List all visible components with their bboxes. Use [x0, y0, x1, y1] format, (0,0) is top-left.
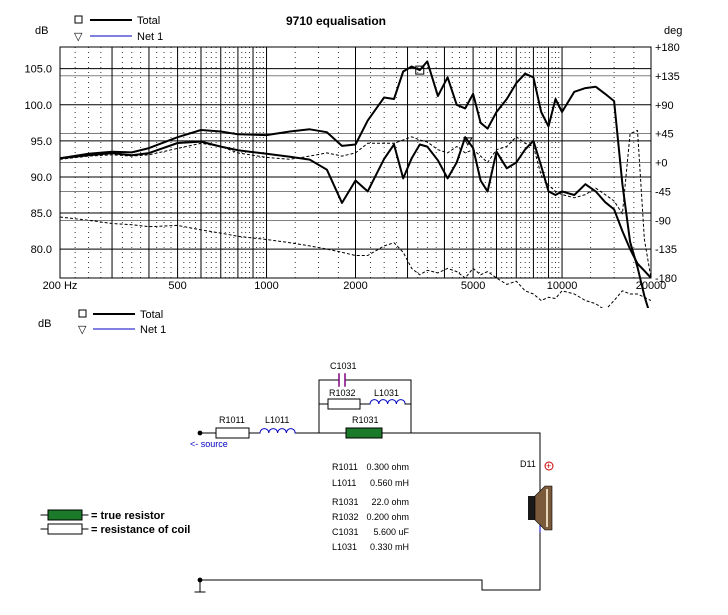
crossover-schematic: <- source R1011 L1011 C1031 R1032 L1031 …	[40, 361, 554, 593]
y-tick-label-right: +90	[655, 100, 674, 112]
legend-marker-triangle: ▽	[74, 31, 83, 43]
y-axis-label-right: deg	[664, 25, 682, 37]
true-resistor-swatch	[47, 509, 83, 521]
component-name: R1031	[332, 497, 359, 507]
y-tick-label: 100.0	[24, 100, 52, 112]
y-tick-label-right: +180	[655, 42, 680, 54]
y-tick-label-right: -45	[655, 186, 671, 198]
legend-top: Total ▽ Net 1	[74, 15, 163, 43]
y-tick-label-right: +45	[655, 129, 674, 141]
x-tick-label: 200 Hz	[43, 280, 78, 292]
coil-resistance-swatch	[47, 523, 83, 535]
legend-label: Total	[140, 309, 163, 321]
y-tick-label: 90.0	[31, 172, 52, 184]
x-tick-label: 5000	[461, 280, 485, 292]
component-name: R1032	[332, 512, 359, 522]
c1031-label: C1031	[330, 361, 357, 371]
r1032-resistor	[327, 398, 361, 410]
speaker-plus-sign: +	[546, 461, 551, 471]
x-tick-label: 2000	[343, 280, 367, 292]
component-value: 0.300 ohm	[366, 462, 409, 472]
l1031-label: L1031	[374, 388, 399, 398]
y-tick-label-right: +135	[655, 71, 680, 83]
component-name: L1031	[332, 542, 357, 552]
x-tick-label: 500	[168, 280, 186, 292]
component-name: L1011	[332, 478, 356, 488]
l1011-label: L1011	[265, 415, 289, 425]
component-value: 22.0 ohm	[371, 497, 409, 507]
component-name: R1011	[332, 462, 358, 472]
y-axis-label: dB	[35, 25, 48, 37]
y-tick-label-right: -180	[655, 273, 677, 285]
legend-label: Net 1	[137, 31, 163, 43]
speaker-cone	[534, 485, 553, 531]
legend-marker-triangle: ▽	[78, 324, 87, 336]
source-terminal	[197, 430, 203, 436]
coil-resistance-label: = resistance of coil	[91, 524, 190, 536]
y-axis-label-bottom: dB	[38, 318, 51, 330]
source-label: <- source	[190, 439, 228, 449]
r1011-resistor	[215, 427, 250, 439]
resistor-legend: = true resistor = resistance of coil	[40, 509, 190, 536]
speaker-magnet	[528, 496, 535, 520]
y-tick-label: 95.0	[31, 136, 52, 148]
wire-spacer	[201, 580, 540, 590]
component-value-list: R1011 0.300 ohm L1011 0.560 mH R1031 22.0 ohm…	[332, 462, 409, 552]
y-tick-label: 105.0	[24, 64, 52, 76]
r1031-label: R1031	[352, 415, 379, 425]
l1011-inductor	[259, 428, 296, 434]
r1032-label: R1032	[329, 388, 356, 398]
chart: 200 Hz 500 1000 2000 5000 10000 20000105.0100.…	[24, 14, 682, 593]
r1031-resistor	[345, 427, 383, 439]
legend-bottom: Total ▽ Net 1	[78, 309, 166, 336]
component-value: 0.560 mH	[370, 478, 409, 488]
y-tick-label: 85.0	[31, 208, 52, 220]
x-tick-label: 1000	[254, 280, 278, 292]
chart-title: 9710 equalisation	[286, 14, 386, 28]
component-value: 5.600 uF	[373, 527, 409, 537]
l1031-inductor	[369, 399, 406, 405]
r1011-label: R1011	[219, 415, 245, 425]
y-tick-label-right: -135	[655, 244, 677, 256]
component-name: C1031	[332, 527, 359, 537]
component-value: 0.200 ohm	[366, 512, 409, 522]
legend-marker-square	[78, 309, 87, 318]
d11-label: D11	[520, 459, 536, 469]
legend-label: Total	[137, 15, 160, 27]
legend-marker-square	[74, 15, 83, 24]
component-value: 0.330 mH	[370, 542, 409, 552]
y-tick-label-right: +0	[655, 158, 668, 170]
true-resistor-label: = true resistor	[91, 510, 165, 522]
x-tick-label: 10000	[547, 280, 578, 292]
y-tick-label-right: -90	[655, 215, 671, 227]
y-tick-label: 80.0	[31, 244, 52, 256]
legend-label: Net 1	[140, 324, 166, 336]
